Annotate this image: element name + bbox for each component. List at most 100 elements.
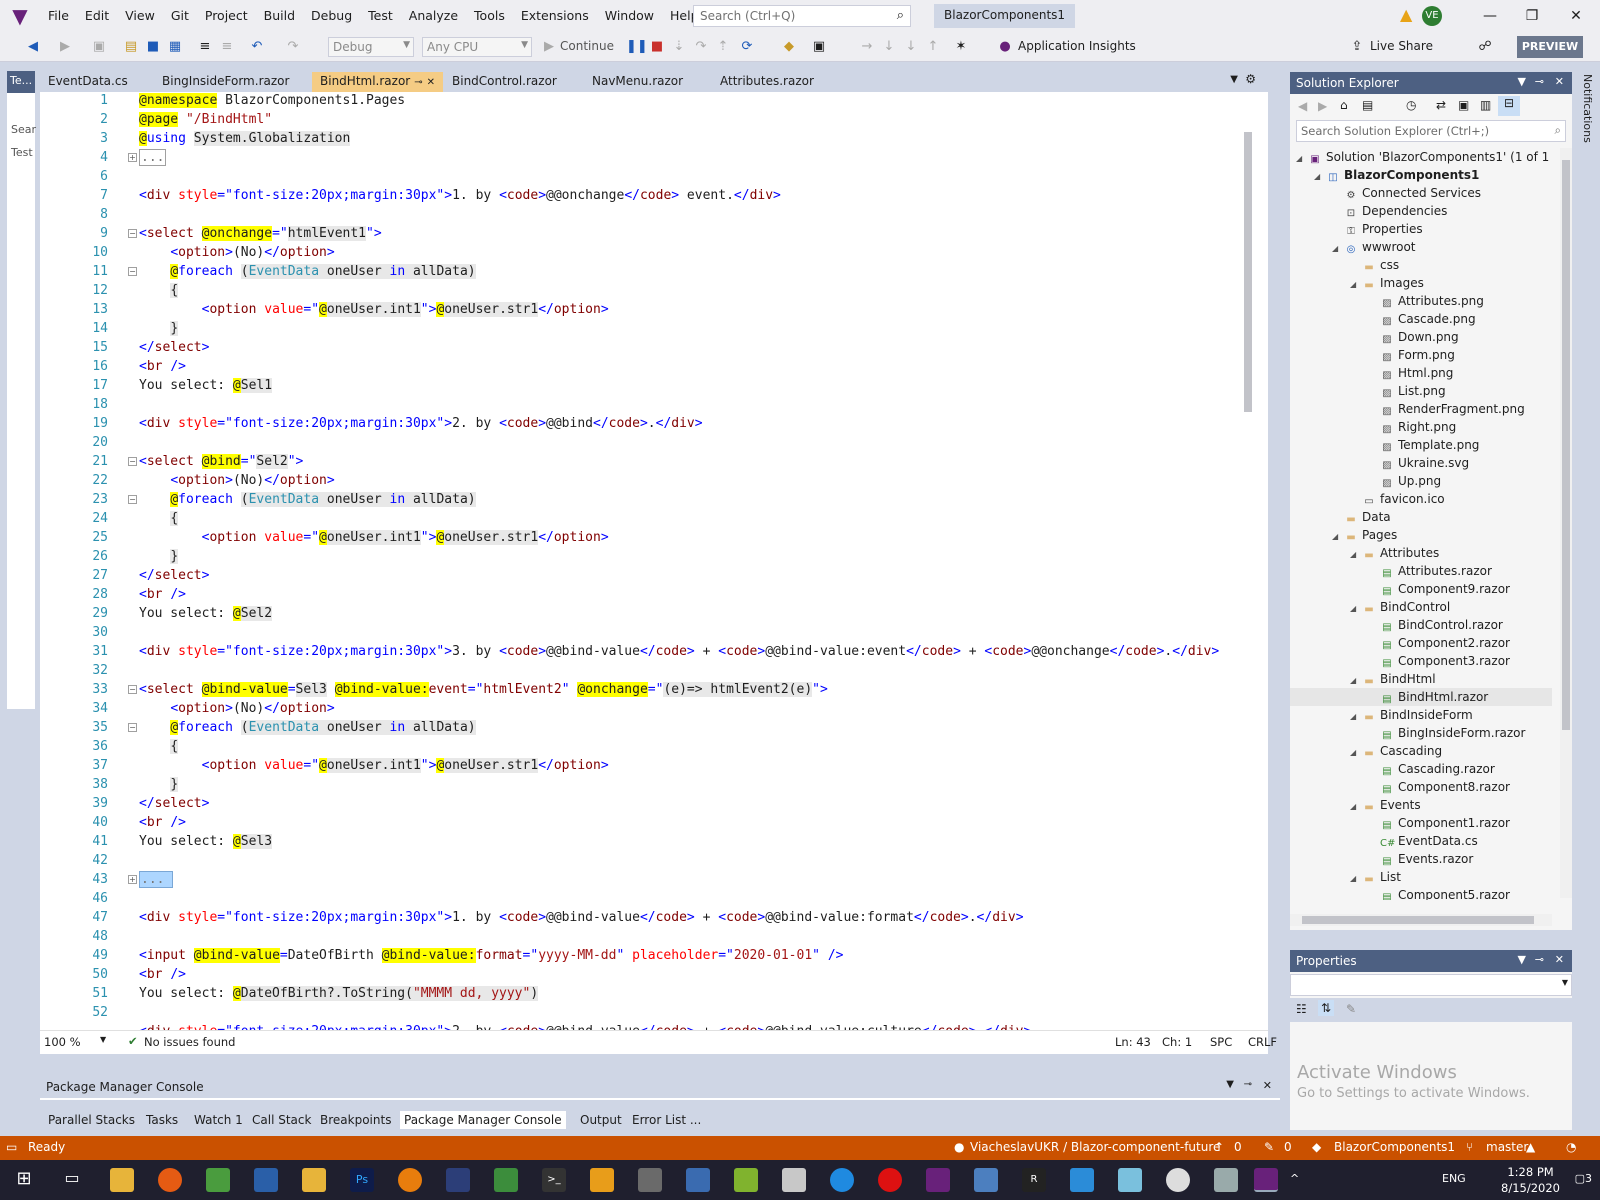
close-button[interactable]: ✕ [1562, 4, 1590, 28]
app-icon[interactable] [1214, 1168, 1238, 1192]
tree-item[interactable]: ▨ Up.png [1368, 472, 1552, 490]
object-selector-dropdown[interactable]: ▼ [1290, 974, 1572, 996]
bottom-tab[interactable]: Tasks [142, 1111, 182, 1129]
project-label[interactable]: BlazorComponents1 [1334, 1140, 1455, 1154]
arrow-up-icon[interactable]: ↑ [924, 38, 942, 56]
step-out-icon[interactable]: ⇡ [714, 38, 732, 56]
vertical-scrollbar[interactable] [1240, 92, 1256, 1030]
tab-bindhtml-razor[interactable]: BindHtml.razor ⊸ ✕ [312, 72, 443, 92]
tree-item[interactable]: ▤ Events.razor [1368, 850, 1552, 868]
back-icon[interactable]: ◀ [1298, 99, 1307, 113]
tree-item[interactable]: ▤ Component5.razor [1368, 886, 1552, 900]
menu-item-tools[interactable]: Tools [466, 0, 513, 32]
blender-icon[interactable] [398, 1168, 422, 1192]
branch-label[interactable]: master [1486, 1140, 1528, 1154]
comment-icon[interactable]: ≡ [196, 38, 214, 56]
breakpoint-icon[interactable]: ◆ [780, 38, 798, 56]
bottom-tab[interactable]: Output [576, 1111, 626, 1129]
tab-binginsideform-razor[interactable]: BingInsideForm.razor [154, 72, 297, 92]
close-icon[interactable]: ✕ [1555, 953, 1564, 966]
tree-item[interactable]: ▤ Cascading.razor [1368, 760, 1552, 778]
arrow-down2-icon[interactable]: ↓ [902, 38, 920, 56]
pin-icon[interactable]: ⊸ [414, 77, 422, 88]
tree-item[interactable]: ▨ List.png [1368, 382, 1552, 400]
file-explorer-icon[interactable] [110, 1168, 134, 1192]
new-project-icon[interactable]: ▣ [90, 38, 108, 56]
menu-item-extensions[interactable]: Extensions [513, 0, 597, 32]
forward-icon[interactable]: ▶ [1318, 99, 1327, 113]
repository-label[interactable]: ViacheslavUKR / Blazor-component-future [970, 1140, 1220, 1154]
chevron-up-icon[interactable]: ▲ [1526, 1140, 1535, 1154]
expand-toggle-icon[interactable]: ◢ [1350, 798, 1362, 816]
app-icon[interactable]: R [1022, 1168, 1046, 1192]
collapse-icon[interactable]: − [128, 685, 137, 694]
home-icon[interactable]: ⌂ [1340, 98, 1348, 112]
feedback-icon[interactable]: ☍ [1476, 38, 1494, 56]
app-icon[interactable] [446, 1168, 470, 1192]
show-all-files-icon[interactable]: ▥ [1480, 98, 1491, 112]
line-indicator[interactable]: Ln: 43 [1115, 1035, 1151, 1049]
app-icon[interactable] [1070, 1168, 1094, 1192]
bottom-tab[interactable]: Call Stack [248, 1111, 315, 1129]
panel-menu-icon[interactable]: ▼ [1518, 953, 1526, 966]
photoshop-icon[interactable]: Ps [350, 1168, 374, 1192]
code-editor[interactable]: 1 2 3 4 6 7 8 9 10 11 12 13 14 15 16 17 18 19 20 21 22 23 24 25… [40, 92, 1277, 1054]
pin-icon[interactable]: ⊸ [1535, 75, 1544, 88]
open-file-icon[interactable]: ▤ [122, 38, 140, 56]
tree-item[interactable]: ◢ ◫ BlazorComponents1 [1314, 166, 1552, 184]
tree-item[interactable]: ▤ Component2.razor [1368, 634, 1552, 652]
tab-list-icon[interactable]: ▼ [1230, 74, 1238, 85]
switch-views-icon[interactable]: ▤ [1362, 98, 1373, 112]
notifications-strip[interactable]: Notifications [1574, 70, 1600, 1130]
expand-toggle-icon[interactable]: ◢ [1350, 600, 1362, 618]
menu-item-debug[interactable]: Debug [303, 0, 360, 32]
tree-item[interactable]: ⚿ Properties [1332, 220, 1552, 238]
application-insights-button[interactable]: Application Insights [1018, 39, 1136, 53]
live-share-button[interactable]: Live Share [1370, 39, 1433, 53]
push-count[interactable]: 0 [1234, 1140, 1242, 1154]
step-icon[interactable]: ⇣ [670, 38, 688, 56]
bottom-tab[interactable]: Watch 1 [190, 1111, 247, 1129]
close-icon[interactable]: ✕ [1555, 75, 1564, 88]
tree-item[interactable]: ▨ Down.png [1368, 328, 1552, 346]
pending-changes-icon[interactable]: ◷ [1406, 98, 1416, 112]
tree-item[interactable]: ▤ Component8.razor [1368, 778, 1552, 796]
expand-toggle-icon[interactable]: ◢ [1350, 870, 1362, 888]
char-indicator[interactable]: Ch: 1 [1162, 1035, 1192, 1049]
tab-attributes-razor[interactable]: Attributes.razor [712, 72, 822, 92]
opera-icon[interactable] [878, 1168, 902, 1192]
bottom-tab[interactable]: Parallel Stacks [44, 1111, 139, 1129]
tree-item[interactable]: ⚙ Connected Services [1332, 184, 1552, 202]
tree-item[interactable]: ▬ css [1350, 256, 1552, 274]
changes-count[interactable]: 0 [1284, 1140, 1292, 1154]
panel-menu-icon[interactable]: ▼ [1518, 75, 1526, 88]
stop-icon[interactable]: ■ [648, 38, 666, 56]
tree-item[interactable]: ▤ Component9.razor [1368, 580, 1552, 598]
collapse-icon[interactable]: − [128, 267, 137, 276]
avatar[interactable]: VE [1422, 6, 1442, 26]
restore-button[interactable]: ❐ [1518, 4, 1546, 28]
app-icon[interactable] [734, 1168, 758, 1192]
tree-item[interactable]: ◢ ◎ wwwroot [1332, 238, 1552, 256]
expand-toggle-icon[interactable]: ◢ [1350, 276, 1362, 294]
zoom-level[interactable]: 100 % [44, 1035, 81, 1049]
bottom-tab[interactable]: Package Manager Console [400, 1111, 566, 1129]
pin-icon[interactable]: ⊸ [1244, 1079, 1252, 1090]
arrow-down-icon[interactable]: ↓ [880, 38, 898, 56]
action-center-icon[interactable]: ▢3 [1575, 1172, 1592, 1185]
pin-icon[interactable]: ⊸ [1535, 953, 1544, 966]
menu-item-window[interactable]: Window [597, 0, 662, 32]
tree-item[interactable]: ▤ Component3.razor [1368, 652, 1552, 670]
tree-item[interactable]: ◢ ▬ Images [1350, 274, 1552, 292]
app-icon[interactable] [494, 1168, 518, 1192]
tree-item[interactable]: ◢▣ Solution 'BlazorComponents1' (1 of 1 p… [1296, 148, 1552, 166]
tree-item[interactable]: ▨ Attributes.png [1368, 292, 1552, 310]
test-explorer-title[interactable]: Te... [7, 71, 35, 93]
scrollbar-thumb[interactable] [1302, 916, 1534, 924]
bottom-tab[interactable]: Error List ... [628, 1111, 705, 1129]
tree-item[interactable]: ▨ Ukraine.svg [1368, 454, 1552, 472]
language-indicator[interactable]: ENG [1442, 1172, 1466, 1185]
notification-bell-icon[interactable]: ◔ [1566, 1140, 1576, 1154]
refresh-icon[interactable]: ⟳ [738, 38, 756, 56]
terminal-icon[interactable]: >_ [542, 1168, 566, 1192]
